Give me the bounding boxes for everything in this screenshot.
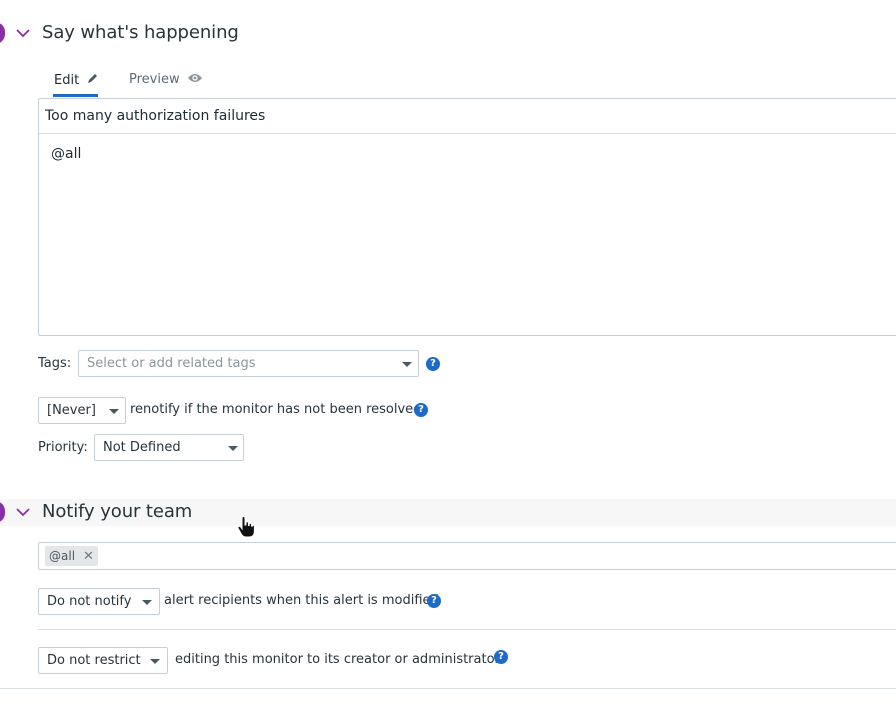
tab-edit-label: Edit bbox=[54, 73, 80, 88]
eye-icon bbox=[187, 74, 202, 82]
help-icon[interactable]: ? bbox=[494, 650, 508, 664]
message-body-textarea[interactable]: @all bbox=[51, 146, 81, 162]
recipient-chip-label: @all bbox=[49, 549, 76, 563]
caret-down-icon bbox=[402, 362, 412, 367]
caret-down-icon bbox=[150, 659, 160, 664]
priority-select[interactable]: Not Defined bbox=[94, 434, 244, 461]
tab-edit[interactable]: Edit bbox=[54, 72, 99, 88]
tags-select[interactable]: Select or add related tags bbox=[78, 350, 419, 377]
renotify-text: renotify if the monitor has not been res… bbox=[130, 402, 422, 417]
section-title-notify-your-team: Notify your team bbox=[42, 501, 193, 522]
renotify-value: [Never] bbox=[47, 403, 96, 418]
caret-down-icon bbox=[109, 409, 119, 414]
restrict-editing-select[interactable]: Do not restrict bbox=[38, 647, 168, 674]
message-title-input[interactable]: Too many authorization failures bbox=[45, 108, 265, 124]
restrict-editing-text: editing this monitor to its creator or a… bbox=[175, 652, 507, 667]
title-divider bbox=[39, 133, 896, 134]
divider bbox=[38, 629, 896, 630]
chevron-down-icon[interactable] bbox=[15, 507, 31, 517]
tags-label: Tags: bbox=[38, 356, 72, 371]
renotify-select[interactable]: [Never] bbox=[38, 397, 126, 424]
help-icon[interactable]: ? bbox=[427, 594, 441, 608]
tab-preview-label: Preview bbox=[129, 72, 180, 87]
hand-cursor-icon bbox=[237, 516, 255, 538]
notify-modified-text: alert recipients when this alert is modi… bbox=[164, 593, 439, 608]
pencil-icon bbox=[88, 74, 98, 83]
active-tab-indicator bbox=[53, 94, 98, 97]
notify-modified-select[interactable]: Do not notify bbox=[38, 588, 160, 615]
chevron-down-icon[interactable] bbox=[15, 28, 31, 38]
divider bbox=[0, 688, 896, 689]
priority-label: Priority: bbox=[38, 440, 88, 455]
restrict-editing-value: Do not restrict bbox=[47, 653, 141, 668]
step-indicator-1 bbox=[0, 22, 5, 44]
caret-down-icon bbox=[228, 446, 238, 451]
recipient-chip: @all ✕ bbox=[45, 546, 98, 566]
close-icon[interactable]: ✕ bbox=[83, 549, 94, 564]
help-icon[interactable]: ? bbox=[414, 403, 428, 417]
section-title-say-whats-happening: Say what's happening bbox=[42, 22, 239, 43]
recipients-input[interactable] bbox=[38, 542, 896, 570]
tab-preview[interactable]: Preview bbox=[129, 72, 203, 87]
notify-modified-value: Do not notify bbox=[47, 594, 132, 609]
help-icon[interactable]: ? bbox=[426, 357, 440, 371]
tags-placeholder: Select or add related tags bbox=[87, 356, 256, 371]
priority-value: Not Defined bbox=[103, 440, 181, 455]
caret-down-icon bbox=[142, 600, 152, 605]
